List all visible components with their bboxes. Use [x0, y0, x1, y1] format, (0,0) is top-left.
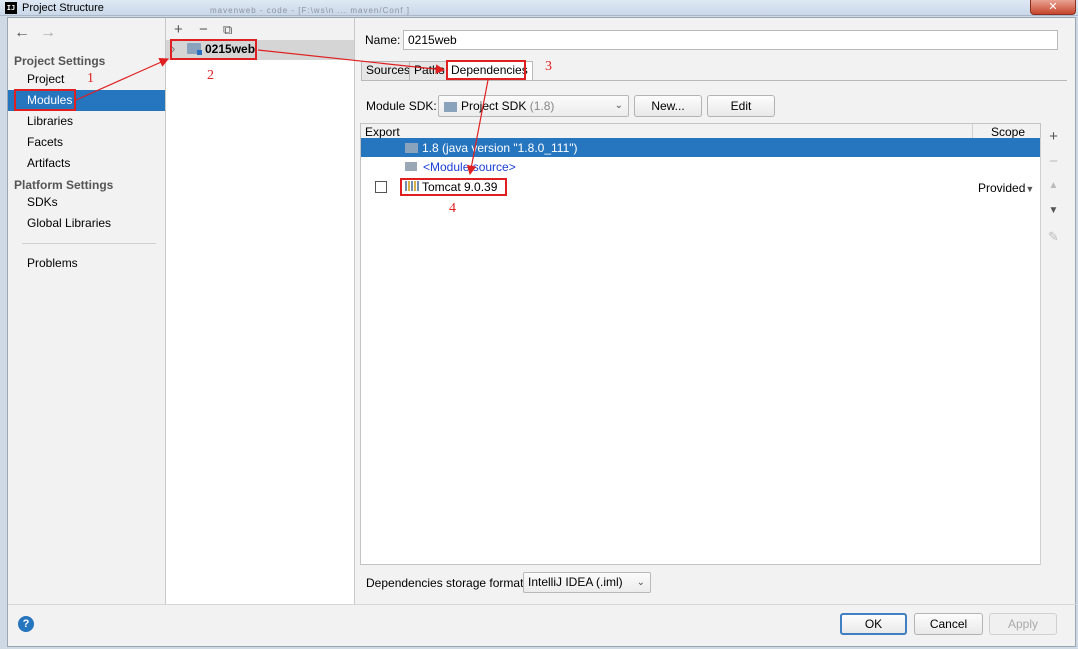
- annotation-arrow: [466, 79, 489, 176]
- annotation-arrow: [257, 49, 446, 74]
- annotation-arrows: [75, 49, 489, 176]
- annotation-arrow: [75, 58, 170, 101]
